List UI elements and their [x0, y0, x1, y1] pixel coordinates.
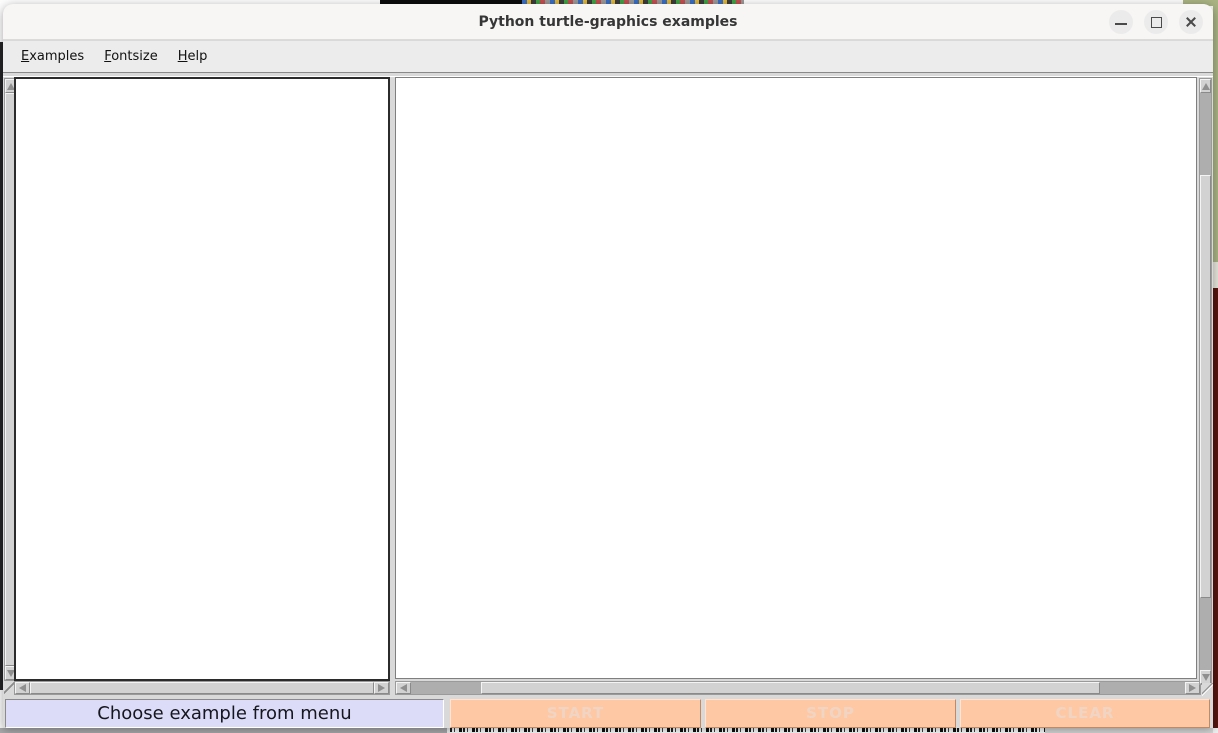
scroll-right-icon[interactable]: [1185, 682, 1200, 694]
editor-hscroll-thumb[interactable]: [30, 682, 374, 694]
titlebar[interactable]: Python turtle-graphics examples: [3, 4, 1213, 40]
background-clipped-text: [450, 728, 1045, 733]
editor-hscroll-trough[interactable]: [30, 682, 374, 694]
scroll-down-icon[interactable]: [1200, 670, 1211, 684]
scroll-left-icon[interactable]: [15, 682, 30, 694]
canvas-hscroll-thumb[interactable]: [481, 682, 1100, 694]
canvas-horizontal-scrollbar[interactable]: [395, 681, 1201, 695]
desktop-screen: Python turtle-graphics examples Examples…: [0, 0, 1218, 733]
editor-horizontal-scrollbar[interactable]: [14, 681, 390, 695]
editor-scrollbar-corner: [4, 681, 14, 695]
canvas-vscroll-thumb[interactable]: [1200, 175, 1211, 598]
background-window-bottom-strip: [0, 728, 1218, 733]
background-segment: [0, 728, 447, 733]
background-segment: [1045, 728, 1213, 733]
clear-button[interactable]: CLEAR: [960, 699, 1210, 728]
status-message: Choose example from menu: [5, 699, 444, 728]
menu-fontsize[interactable]: Fontsize: [96, 45, 166, 68]
scroll-right-icon[interactable]: [374, 682, 389, 694]
maximize-icon[interactable]: [1144, 10, 1168, 34]
start-button[interactable]: START: [450, 699, 701, 728]
code-editor-panel[interactable]: [14, 77, 390, 681]
stop-button[interactable]: STOP: [705, 699, 956, 728]
menu-examples[interactable]: Examples: [13, 45, 92, 68]
turtle-canvas: [395, 77, 1197, 679]
menubar: Examples Fontsize Help: [3, 41, 1213, 72]
canvas-scrollbar-corner: [1202, 683, 1213, 696]
menu-help[interactable]: Help: [170, 45, 216, 68]
minimize-icon[interactable]: [1109, 10, 1133, 34]
turtledemo-window: Python turtle-graphics examples Examples…: [3, 4, 1213, 728]
canvas-vscroll-trough[interactable]: [1200, 93, 1211, 670]
scroll-left-icon[interactable]: [396, 682, 411, 694]
window-controls: [1109, 10, 1203, 34]
window-title: Python turtle-graphics examples: [3, 4, 1213, 40]
scroll-up-icon[interactable]: [1200, 79, 1211, 93]
desktop-wallpaper-edge-right: [1213, 0, 1218, 733]
canvas-vertical-scrollbar[interactable]: [1199, 78, 1212, 685]
canvas-hscroll-trough[interactable]: [411, 682, 1185, 694]
close-icon[interactable]: [1179, 10, 1203, 34]
